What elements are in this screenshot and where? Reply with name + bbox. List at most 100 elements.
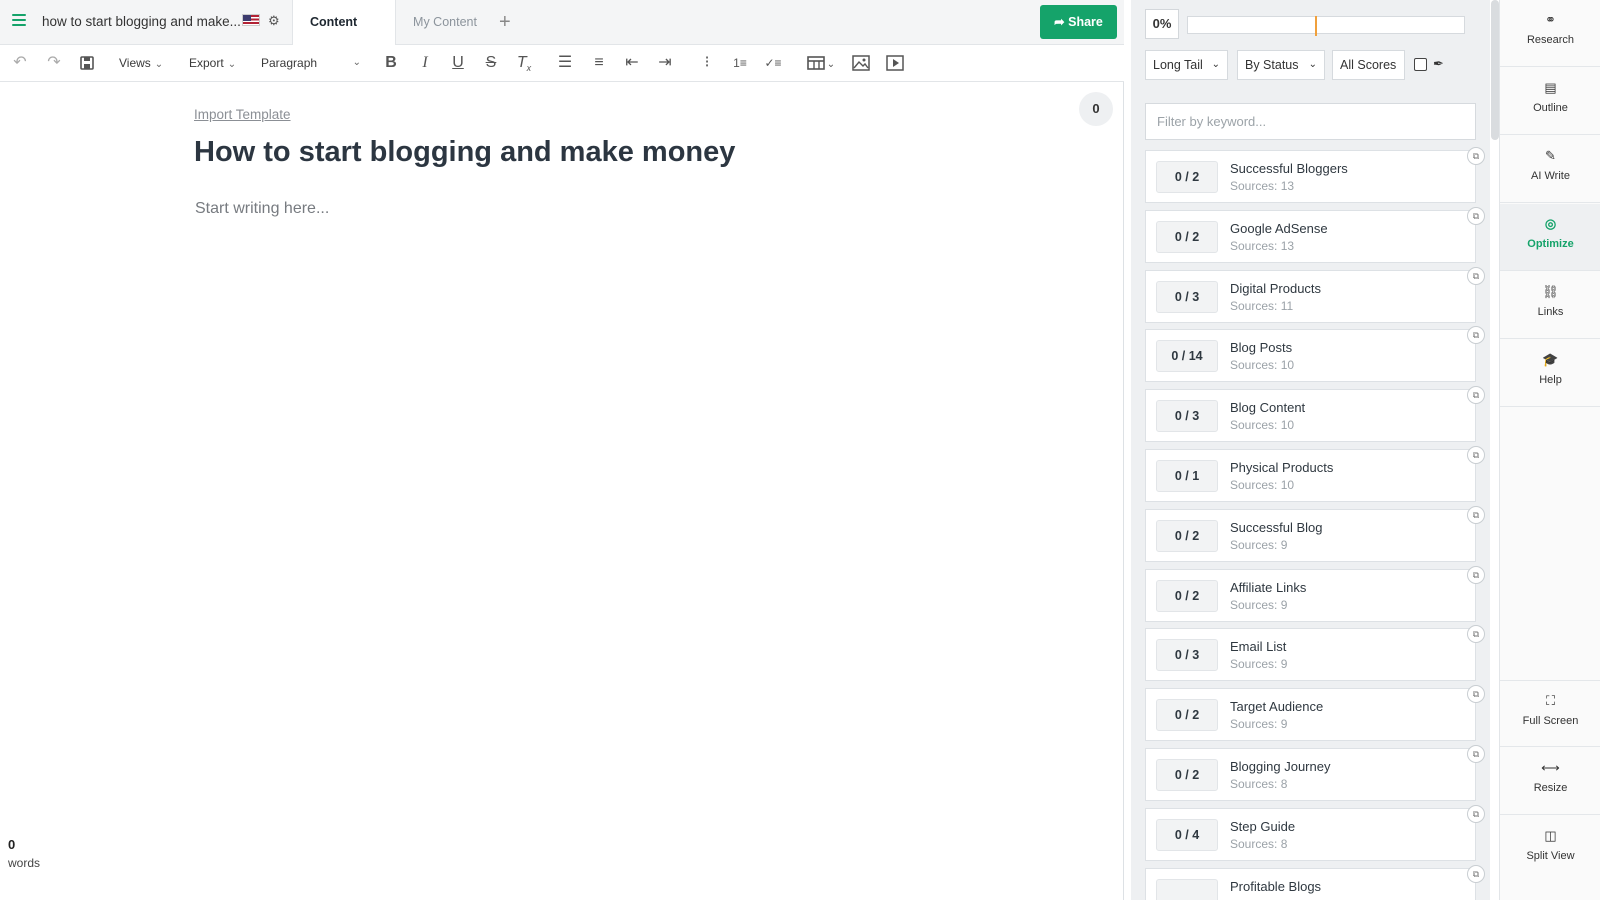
keyword-card[interactable]: 0 / 1 Physical Products Sources: 10 ⧉ [1145,445,1485,502]
import-template-link[interactable]: Import Template [194,107,291,122]
status-label: By Status [1245,58,1299,72]
keyword-card[interactable]: 0 / 2 Google AdSense Sources: 13 ⧉ [1145,206,1485,263]
copy-icon[interactable]: ⧉ [1467,685,1485,704]
keyword-filter-input[interactable] [1145,103,1476,140]
chevron-down-icon: ⌄ [227,59,237,70]
keyword-name: Affiliate Links [1230,579,1307,595]
keyword-sources: Sources: 13 [1230,179,1295,193]
keyword-card[interactable]: 0 / 3 Blog Content Sources: 10 ⧉ [1145,386,1485,443]
paragraph-label: Paragraph [261,56,318,70]
nav-outline[interactable]: ▤ Outline [1500,68,1600,135]
resize-icon: ⟷ [1541,760,1560,775]
copy-icon[interactable]: ⧉ [1467,326,1485,345]
keyword-usage-count: 0 / 1 [1156,459,1218,492]
copy-icon[interactable]: ⧉ [1467,864,1485,883]
keyword-card[interactable]: 0 / 2 Blogging Journey Sources: 8 ⧉ [1145,744,1485,801]
nav-optimize[interactable]: ◎ Optimize [1500,204,1600,271]
copy-icon[interactable]: ⧉ [1467,147,1485,165]
gear-icon[interactable]: ⚙ [268,13,280,29]
panel-scrollbar[interactable] [1491,0,1499,140]
keyword-sources: Sources: 13 [1230,238,1295,253]
nav-ai-write[interactable]: ✎ AI Write [1500,136,1600,203]
scores-select[interactable]: All Scores [1332,50,1405,80]
table-icon[interactable]: ⌄ [804,45,838,81]
keyword-card[interactable]: 0 / 4 Step Guide Sources: 8 ⧉ [1145,804,1485,861]
bold-icon[interactable]: B [382,45,400,81]
share-button[interactable]: ➦ Share [1040,5,1117,39]
copy-icon[interactable]: ⧉ [1467,565,1485,584]
strikethrough-icon[interactable]: S [482,45,500,81]
nav-research-label: Research [1526,34,1575,46]
optimize-panel: 0% Long Tail ⌄ By Status ⌄ All Scores ✒ 0 … [1131,0,1490,900]
keyword-usage-count: 0 / 14 [1156,340,1218,373]
keyword-sources: Sources: 9 [1230,657,1288,672]
add-tab-button[interactable]: + [499,11,511,34]
italic-icon[interactable]: I [416,45,434,81]
copy-icon[interactable]: ⧉ [1467,505,1485,524]
copy-icon[interactable]: ⧉ [1467,744,1485,763]
comment-count-badge[interactable]: 0 [1079,92,1113,126]
keyword-card[interactable]: 0 / 2 Successful Bloggers Sources: 13 ⧉ [1145,147,1485,203]
copy-icon[interactable]: ⧉ [1467,206,1485,225]
keyword-usage-count: 0 / 3 [1156,639,1218,672]
nav-resize[interactable]: ⟷ Resize [1500,748,1600,815]
views-dropdown[interactable]: Views ⌄ [119,45,163,81]
keyword-usage-count: 0 / 2 [1156,220,1218,253]
export-dropdown[interactable]: Export ⌄ [189,45,236,81]
nav-split-view[interactable]: ◫ Split View [1500,816,1600,883]
nav-links[interactable]: ⛓ Links [1500,272,1600,339]
nav-full-screen[interactable]: ⛶ Full Screen [1500,680,1600,747]
menu-icon[interactable] [12,14,26,26]
bullet-list-icon[interactable]: ⁝ [698,45,716,81]
tab-content-brief[interactable]: Content Brief [292,0,396,73]
keyword-usage-count: 0 / 4 [1156,818,1218,851]
copy-icon[interactable]: ⧉ [1467,804,1485,823]
keyword-list: 0 / 2 Successful Bloggers Sources: 13 ⧉ 0 / … [1145,147,1490,900]
save-icon[interactable] [77,45,97,81]
undo-icon[interactable]: ↶ [10,45,30,81]
document-title[interactable]: how to start blogging and make... [42,14,241,29]
nav-help[interactable]: 🎓 Help [1500,340,1600,407]
keyword-name: Profitable Blogs [1230,878,1322,894]
chevron-down-icon: ⌄ [154,59,164,70]
outdent-icon[interactable]: ⇤ [623,45,641,81]
keyword-card[interactable]: 0 / 2 Affiliate Links Sources: 9 ⧉ [1145,565,1485,622]
image-icon[interactable] [852,45,870,81]
keyword-card[interactable]: 0 / 14 Blog Posts Sources: 10 ⧉ [1145,326,1485,383]
status-select[interactable]: By Status ⌄ [1237,50,1325,80]
keyword-card[interactable]: 0 / 3 Digital Products Sources: 11 ⧉ [1145,266,1485,323]
keyword-usage-count [1156,878,1218,900]
copy-icon[interactable]: ⧉ [1467,625,1485,644]
keyword-name: Physical Products [1230,459,1334,475]
editor-body-placeholder[interactable]: Start writing here... [195,200,329,218]
pen-icon[interactable]: ✒ [1433,56,1444,72]
keyword-card[interactable]: Profitable Blogs ⧉ [1145,864,1485,900]
chevron-down-icon: ⌄ [1211,59,1220,70]
tab-my-content[interactable]: My Content [396,0,494,45]
copy-icon[interactable]: ⧉ [1467,266,1485,285]
keyword-card[interactable]: 0 / 2 Target Audience Sources: 9 ⧉ [1145,685,1485,742]
clear-format-icon[interactable]: Tx [515,45,533,81]
redo-icon[interactable]: ↷ [44,45,64,81]
long-tail-select[interactable]: Long Tail ⌄ [1145,50,1228,80]
video-icon[interactable] [886,45,904,81]
keyword-sources: Sources: 10 [1230,418,1295,433]
keyword-name: Successful Blog [1230,519,1323,535]
paragraph-dropdown[interactable]: Paragraph ⌄ [261,45,361,81]
align-center-icon[interactable]: ≡ [590,45,608,81]
checklist-icon[interactable]: ✓≡ [764,45,782,81]
numbered-list-icon[interactable]: 1≡ [731,45,749,81]
indent-icon[interactable]: ⇥ [656,45,674,81]
underline-icon[interactable]: U [449,45,467,81]
copy-icon[interactable]: ⧉ [1467,386,1485,405]
flag-us-icon[interactable] [242,14,260,26]
keyword-card[interactable]: 0 / 3 Email List Sources: 9 ⧉ [1145,625,1485,682]
copy-icon[interactable]: ⧉ [1467,445,1485,464]
align-left-icon[interactable]: ☰ [556,45,574,81]
keyword-name: Digital Products [1230,280,1322,296]
keyword-card[interactable]: 0 / 2 Successful Blog Sources: 9 ⧉ [1145,505,1485,562]
target-icon: ◎ [1544,216,1557,231]
nav-research[interactable]: ⚭ Research [1500,0,1600,67]
document-heading[interactable]: How to start blogging and make money [194,136,735,169]
select-all-checkbox[interactable] [1414,58,1427,71]
